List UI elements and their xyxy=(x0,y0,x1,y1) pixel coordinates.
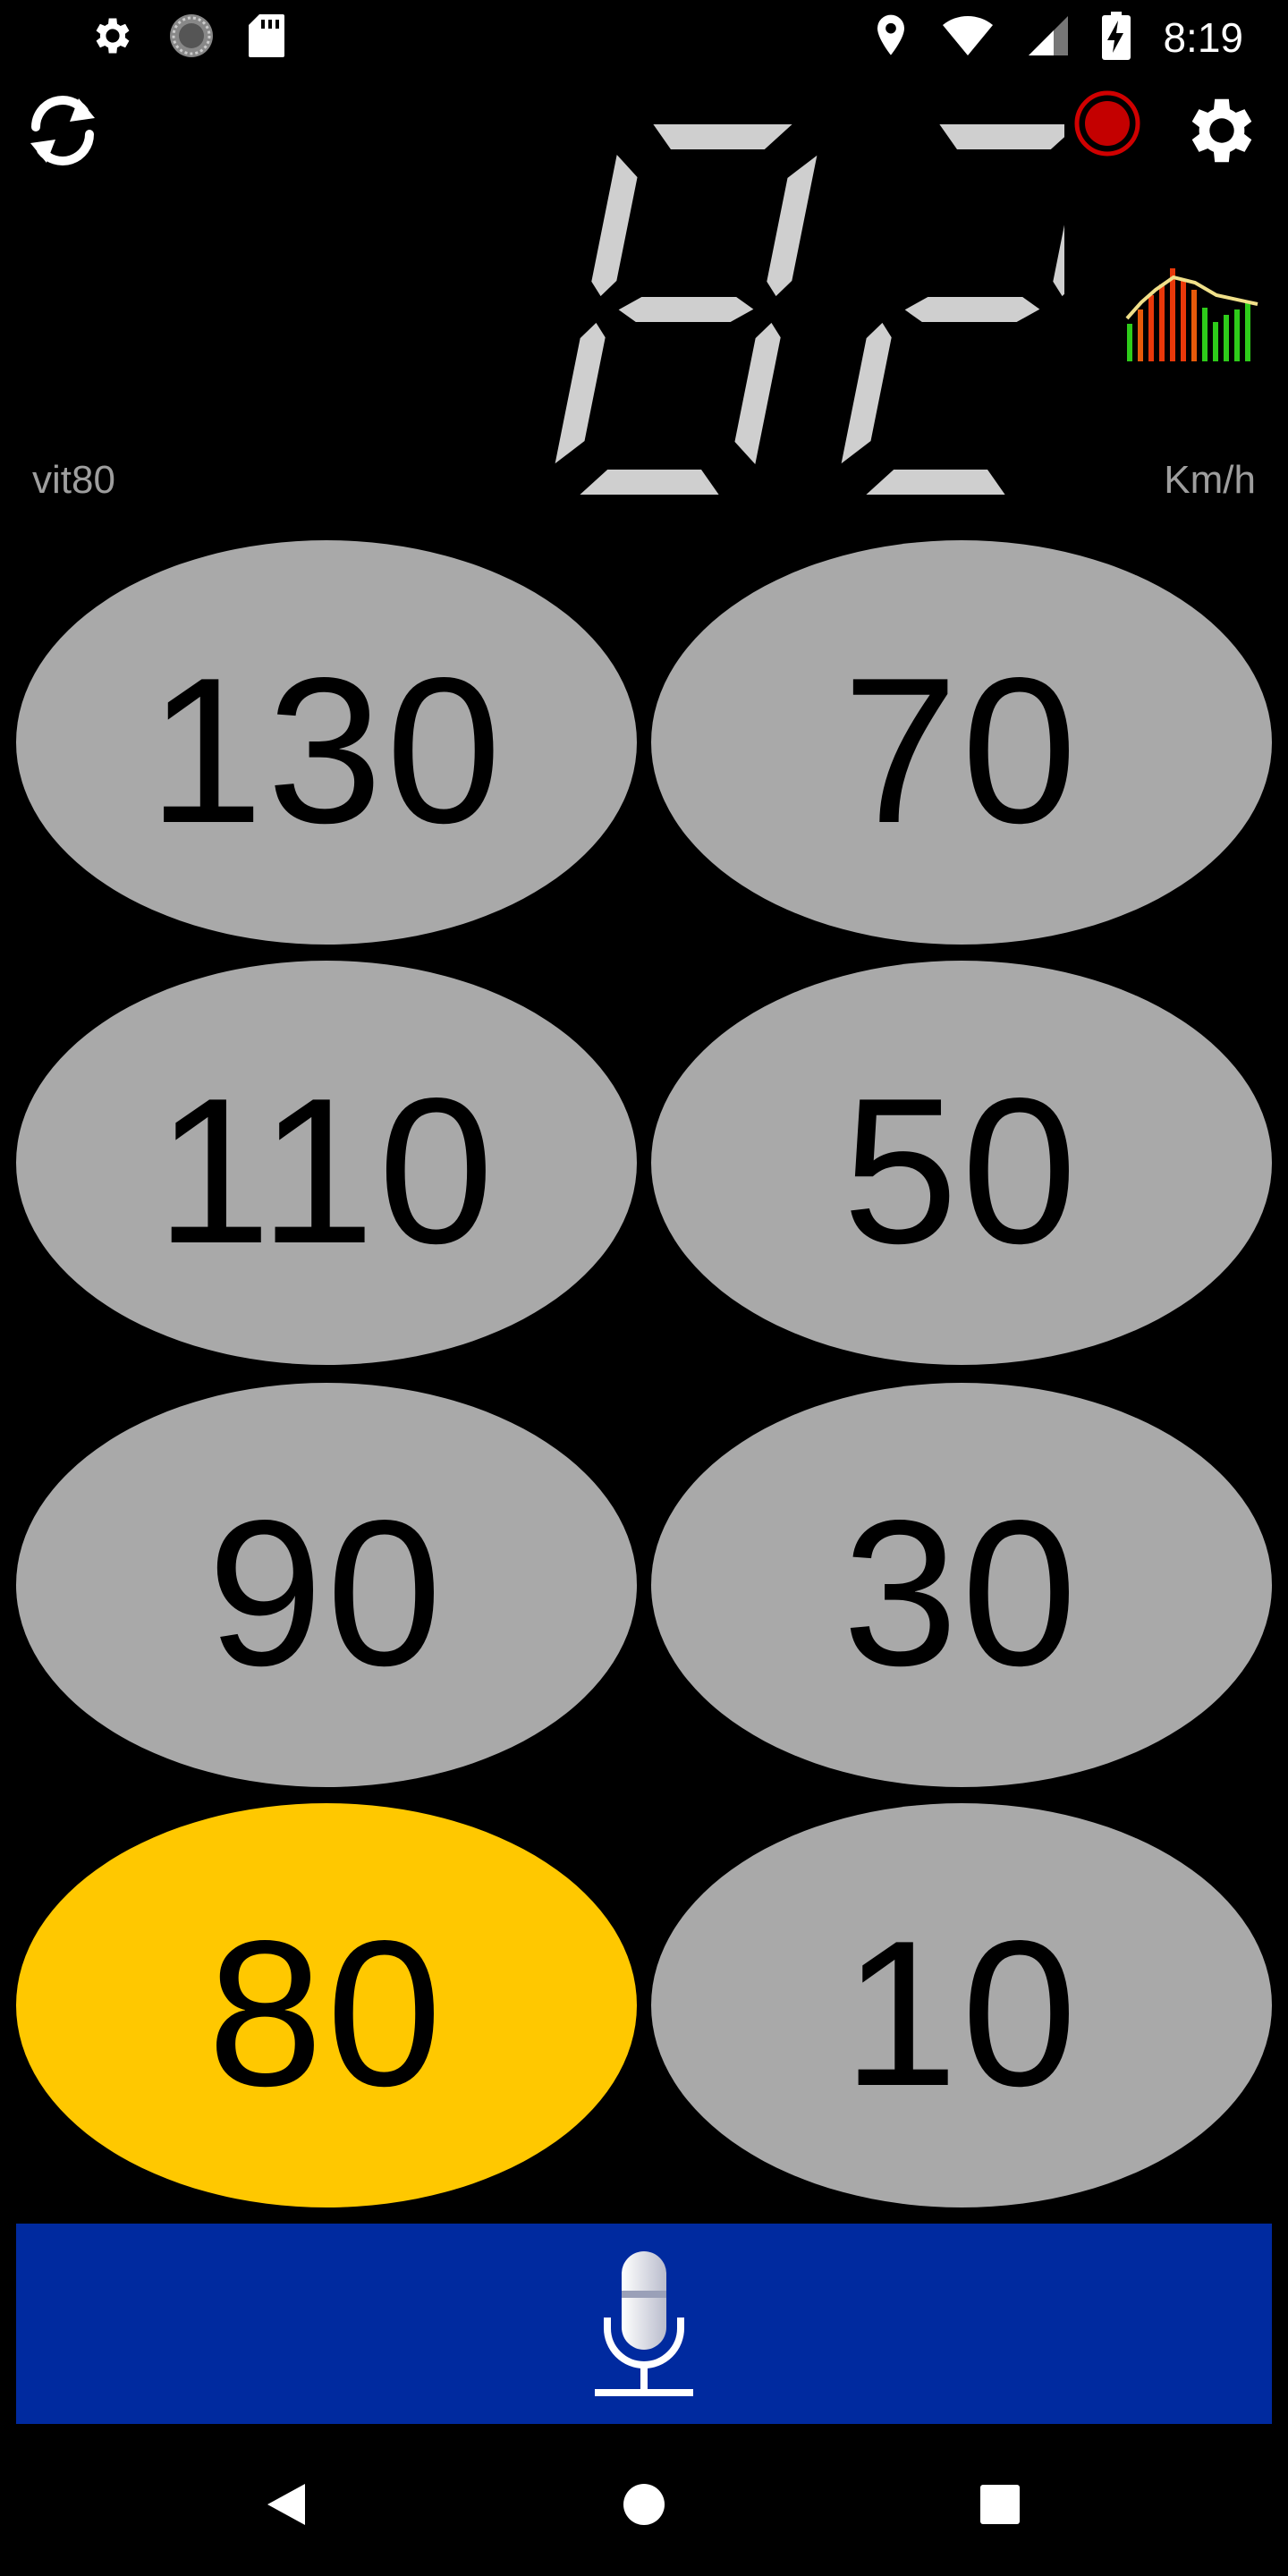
refresh-icon xyxy=(30,96,95,165)
segment-g xyxy=(894,292,1050,327)
recents-icon xyxy=(980,2485,1020,2524)
voice-input-button[interactable] xyxy=(16,2224,1272,2424)
segment-c xyxy=(728,314,787,476)
speed-button-80[interactable]: 80 xyxy=(16,1803,637,2207)
speed-button-10[interactable]: 10 xyxy=(651,1803,1272,2207)
seven-segment-digits xyxy=(547,119,1112,500)
profile-label: vit80 xyxy=(32,458,115,502)
wifi-icon xyxy=(941,14,995,62)
speed-display: 82 xyxy=(510,113,1112,506)
segment-e xyxy=(833,314,898,477)
gear-icon xyxy=(89,13,136,64)
nav-home-button[interactable] xyxy=(581,2433,707,2576)
speed-graph-icon[interactable] xyxy=(1123,259,1261,365)
speed-button-90[interactable]: 90 xyxy=(16,1383,637,1787)
segment-d xyxy=(852,464,1016,500)
cell-signal-icon xyxy=(1027,14,1070,62)
sd-card-icon xyxy=(247,13,286,64)
unit-label: Km/h xyxy=(1164,458,1256,502)
home-icon xyxy=(623,2484,665,2525)
status-left-icons xyxy=(89,0,318,75)
speed-button-70[interactable]: 70 xyxy=(651,540,1272,945)
segment-b xyxy=(1046,142,1112,305)
segment-d xyxy=(565,464,730,500)
navigation-bar xyxy=(0,2433,1288,2576)
settings-button[interactable] xyxy=(1177,86,1267,175)
status-right-icons: 8:19 xyxy=(873,0,1243,75)
speed-button-130[interactable]: 130 xyxy=(16,540,637,945)
segment-f xyxy=(585,143,644,305)
gear-icon xyxy=(1191,98,1252,163)
microphone-icon xyxy=(595,2251,693,2396)
battery-charging-icon xyxy=(1102,11,1131,64)
segment-digit xyxy=(547,119,826,500)
segment-b xyxy=(760,142,826,305)
segment-g xyxy=(608,292,764,327)
segment-a xyxy=(642,119,807,155)
nav-recents-button[interactable] xyxy=(937,2433,1063,2576)
refresh-button[interactable] xyxy=(16,86,109,175)
back-icon xyxy=(267,2484,305,2525)
segment-digit xyxy=(833,119,1112,500)
status-time: 8:19 xyxy=(1163,14,1243,61)
speed-button-50[interactable]: 50 xyxy=(651,961,1272,1365)
record-indicator[interactable] xyxy=(1073,89,1141,157)
location-pin-icon xyxy=(873,13,909,64)
speed-button-110[interactable]: 110 xyxy=(16,961,637,1365)
segment-e xyxy=(547,314,612,477)
loading-spinner-icon xyxy=(168,13,215,64)
segment-a xyxy=(928,119,1093,155)
speed-button-30[interactable]: 30 xyxy=(651,1383,1272,1787)
nav-back-button[interactable] xyxy=(224,2433,349,2576)
status-bar: 8:19 xyxy=(0,0,1288,75)
record-icon xyxy=(1074,90,1140,157)
